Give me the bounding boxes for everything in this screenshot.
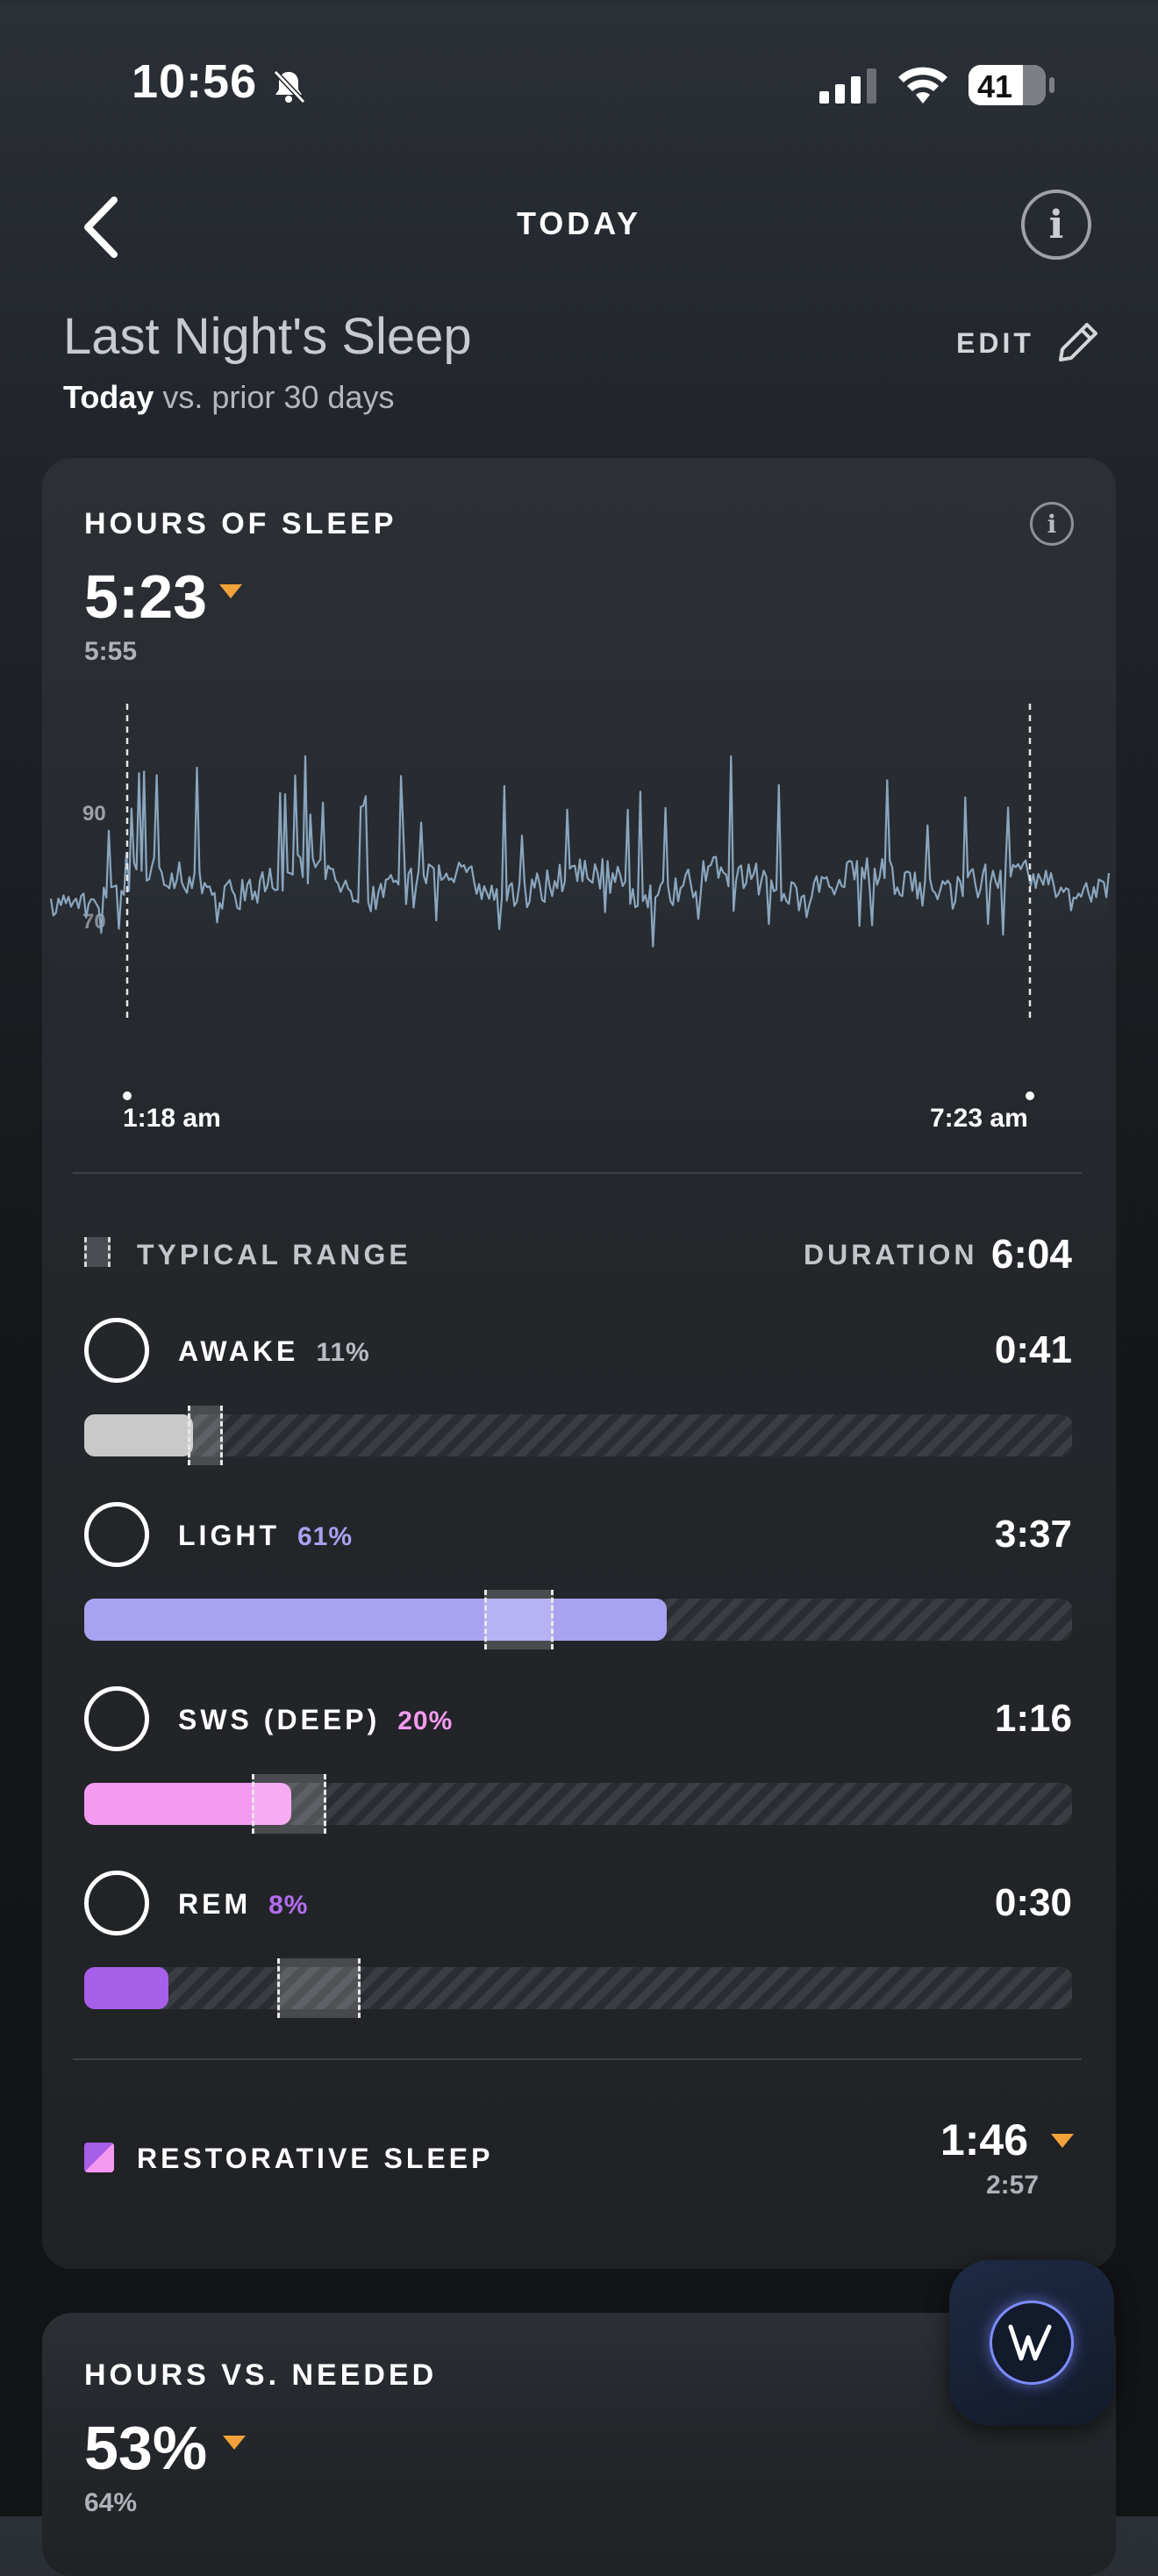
stage-duration: 3:37: [994, 1513, 1072, 1556]
stage-name: AWAKE 11%: [178, 1335, 370, 1368]
stage-typical-range: [484, 1590, 554, 1649]
hours-of-sleep-baseline: 5:55: [84, 637, 138, 666]
stage-circle-icon: [84, 1318, 149, 1383]
stage-percentage: 61%: [297, 1522, 354, 1551]
stage-label: AWAKE: [178, 1335, 299, 1367]
divider: [73, 1172, 1082, 1174]
subtitle-comparison: vs. prior 30 days: [154, 379, 395, 415]
stage-bar-fill: [84, 1599, 668, 1641]
stage-duration: 0:30: [994, 1881, 1072, 1924]
stage-duration: 0:41: [994, 1328, 1072, 1371]
battery-icon: 41: [969, 65, 1046, 105]
page-subtitle: Today vs. prior 30 days: [63, 379, 394, 416]
stage-percentage: 8%: [268, 1891, 309, 1920]
info-button[interactable]: i: [1021, 190, 1091, 260]
hours-vs-needed-title: HOURS VS. NEEDED: [84, 2358, 438, 2392]
battery-cap: [1049, 77, 1054, 93]
restorative-sleep-baseline: 2:57: [985, 2171, 1039, 2200]
hours-vs-needed-baseline: 64%: [84, 2488, 138, 2517]
stage-percentage: 11%: [316, 1338, 370, 1367]
stage-bar-fill: [84, 1414, 193, 1456]
typical-range-swatch: [84, 1237, 111, 1267]
y-tick-label: 90: [82, 802, 106, 826]
edit-label: EDIT: [956, 326, 1034, 359]
battery-level: 41: [977, 68, 1013, 104]
stage-bar-track: [84, 1958, 1072, 2018]
hours-vs-needed-value: 53%: [84, 2414, 208, 2482]
divider: [73, 2058, 1082, 2060]
nav-title: TODAY: [516, 205, 642, 241]
coach-button[interactable]: [949, 2260, 1114, 2425]
stage-duration: 1:16: [994, 1697, 1072, 1740]
stage-typical-range: [188, 1406, 223, 1465]
down-triangle-icon: [219, 584, 242, 598]
cellular-signal-icon: [819, 68, 876, 104]
typical-range-label: TYPICAL RANGE: [137, 1239, 411, 1270]
stage-label: LIGHT: [178, 1520, 280, 1551]
stage-circle-icon: [84, 1686, 149, 1751]
sleep-end-dot: [1026, 1091, 1034, 1100]
restorative-sleep-label: RESTORATIVE SLEEP: [137, 2143, 494, 2174]
page-title: Last Night's Sleep: [63, 308, 472, 365]
hours-of-sleep-title: HOURS OF SLEEP: [84, 507, 397, 540]
sleep-heart-rate-chart: 90 70 50: [49, 704, 1111, 1020]
whoop-logo-icon: [1008, 2324, 1052, 2361]
down-triangle-icon: [223, 2436, 246, 2450]
stage-label: SWS (DEEP): [178, 1704, 381, 1735]
stage-typical-range: [252, 1774, 326, 1834]
stage-bar-track: [84, 1406, 1072, 1465]
sleep-start-dot: [123, 1091, 132, 1100]
sleep-card: HOURS OF SLEEP i 5:23 5:55 90 70 50 1:18…: [42, 458, 1116, 2269]
info-icon: i: [1047, 509, 1057, 539]
restorative-swatch: [84, 2143, 114, 2172]
sleep-start-time: 1:18 am: [123, 1104, 221, 1133]
sleep-end-time: 7:23 am: [930, 1104, 1028, 1133]
stage-typical-range: [276, 1958, 361, 2018]
stage-bar-track: [84, 1590, 1072, 1649]
restorative-sleep-value: 1:46: [940, 2115, 1028, 2165]
status-time: 10:56: [132, 55, 258, 108]
info-icon: i: [1048, 202, 1064, 247]
duration-label: DURATION: [804, 1239, 978, 1270]
stage-name: REM 8%: [178, 1888, 308, 1921]
hours-of-sleep-value: 5:23: [84, 562, 208, 631]
stage-circle-icon: [84, 1502, 149, 1567]
wifi-icon: [898, 67, 947, 104]
stage-percentage: 20%: [397, 1707, 454, 1735]
down-triangle-icon: [1051, 2134, 1074, 2148]
hours-info-button[interactable]: i: [1030, 502, 1074, 546]
stage-circle-icon: [84, 1871, 149, 1936]
edit-button[interactable]: EDIT: [956, 319, 1101, 367]
subtitle-today: Today: [63, 379, 154, 415]
stage-name: SWS (DEEP) 20%: [178, 1704, 453, 1736]
stage-bar-track: [84, 1774, 1072, 1834]
stage-label: REM: [178, 1888, 252, 1920]
stage-bar-fill: [84, 1967, 168, 2009]
total-duration: 6:04: [990, 1231, 1072, 1277]
stage-name: LIGHT 61%: [178, 1520, 353, 1552]
bell-muted-icon: [273, 69, 306, 104]
pencil-icon: [1058, 323, 1097, 361]
